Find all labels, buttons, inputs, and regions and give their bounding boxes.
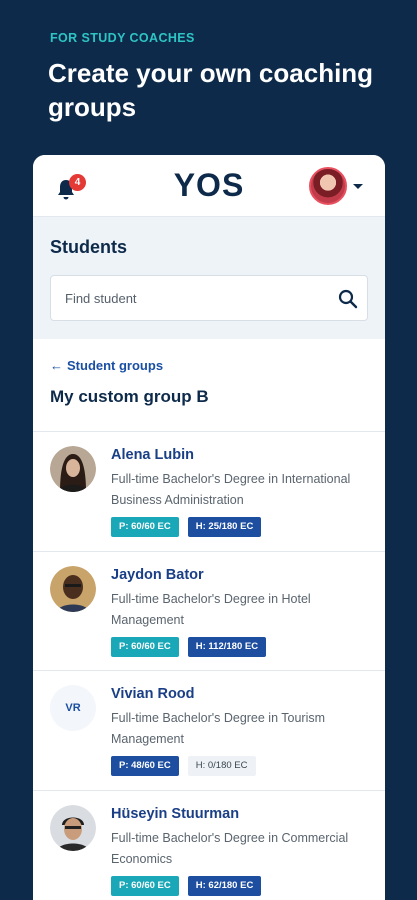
propaedeutic-credits-badge: P: 60/60 EC [111, 517, 179, 537]
students-panel: Students [33, 217, 385, 339]
promo-title: Create your own coaching groups [48, 58, 374, 122]
top-bar: 4 YOS [33, 155, 385, 217]
propaedeutic-credits-badge: P: 48/60 EC [111, 756, 179, 776]
student-badges: P: 60/60 EC H: 62/180 EC [111, 875, 262, 896]
back-link-label: Student groups [67, 358, 164, 373]
student-avatar [50, 804, 96, 851]
student-avatar [50, 565, 96, 612]
propaedeutic-credits-badge: P: 60/60 EC [111, 875, 179, 896]
student-program: Full-time Bachelor's Degree in Internati… [111, 472, 351, 507]
student-name[interactable]: Vivian Rood [111, 686, 195, 702]
student-name[interactable]: Hüseyin Stuurman [111, 806, 239, 822]
student-badges: P: 60/60 EC H: 25/180 EC [111, 517, 262, 537]
student-row[interactable]: Hüseyin Stuurman Full-time Bachelor's De… [33, 791, 385, 900]
app-screen: 4 YOS Students ← Student groups My custom… [33, 155, 385, 900]
students-title: Students [50, 237, 128, 257]
back-to-student-groups-link[interactable]: ← Student groups [50, 358, 163, 373]
student-program: Full-time Bachelor's Degree in Tourism M… [111, 711, 326, 746]
student-avatar [50, 446, 96, 492]
main-phase-credits-badge: H: 25/180 EC [187, 517, 262, 537]
student-badges: P: 48/60 EC H: 0/180 EC [111, 756, 256, 776]
student-list: Alena Lubin Full-time Bachelor's Degree … [33, 431, 385, 900]
search-box [50, 275, 368, 321]
student-initials-avatar: VR [50, 685, 96, 731]
student-program: Full-time Bachelor's Degree in Hotel Man… [111, 591, 311, 627]
search-icon[interactable] [338, 289, 358, 309]
chevron-down-icon[interactable] [353, 184, 363, 189]
search-input[interactable] [65, 276, 325, 320]
student-badges: P: 60/60 EC H: 112/180 EC [111, 636, 267, 657]
propaedeutic-credits-badge: P: 60/60 EC [111, 636, 179, 657]
main-phase-credits-badge: H: 0/180 EC [187, 756, 256, 776]
arrow-left-icon: ← [50, 358, 63, 373]
student-name[interactable]: Jaydon Bator [111, 567, 204, 583]
student-program: Full-time Bachelor's Degree in Commercia… [111, 830, 349, 866]
main-phase-credits-badge: H: 112/180 EC [187, 636, 267, 657]
student-name[interactable]: Alena Lubin [111, 447, 194, 463]
user-avatar[interactable] [309, 167, 347, 205]
student-row[interactable]: Jaydon Bator Full-time Bachelor's Degree… [33, 552, 385, 671]
main-phase-credits-badge: H: 62/180 EC [187, 875, 262, 896]
student-row[interactable]: Alena Lubin Full-time Bachelor's Degree … [33, 432, 385, 552]
promo-eyebrow: FOR STUDY COACHES [50, 31, 195, 45]
student-row[interactable]: VR Vivian Rood Full-time Bachelor's Degr… [33, 671, 385, 791]
group-title: My custom group B [50, 387, 209, 406]
